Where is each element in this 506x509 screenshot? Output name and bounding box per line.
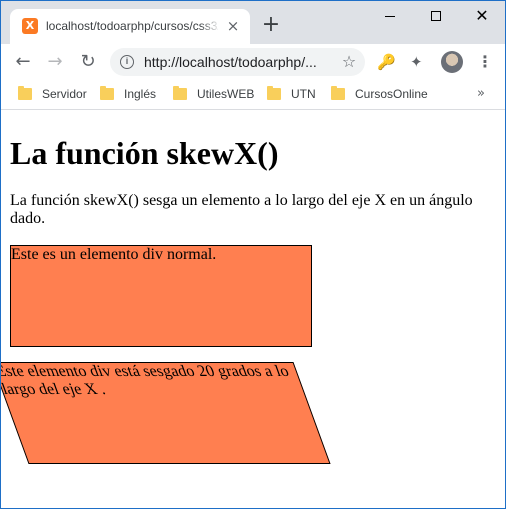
browser-menu-icon[interactable]: ⋮ [475, 52, 495, 72]
new-tab-button[interactable]: + [260, 14, 282, 36]
skewed-div-box: Este elemento div está sesgado 20 grados… [0, 362, 331, 464]
more-bookmarks-icon[interactable]: » [477, 86, 493, 101]
bookmarks-bar: Servidor Inglés UtilesWEB UTN CursosOnli… [1, 80, 505, 110]
bookmark-ingles[interactable]: Inglés [100, 86, 170, 104]
close-tab-icon[interactable]: × [224, 17, 242, 35]
xampp-favicon-icon: X [22, 18, 38, 34]
bookmark-cursosonline[interactable]: CursosOnline [331, 86, 431, 104]
folder-icon [267, 86, 281, 100]
bookmark-label: CursosOnline [355, 87, 428, 101]
page-description: La función skewX() sesga un elemento a l… [10, 192, 473, 227]
browser-window: X localhost/todoarphp/cursos/css3/... × … [0, 0, 506, 509]
skewed-box-text: Este elemento div está sesgado 20 grados… [0, 363, 292, 398]
back-arrow-icon[interactable]: ← [11, 50, 35, 74]
url-text[interactable]: http://localhost/todoarphp/... [144, 54, 334, 70]
page-heading: La función skewX() [10, 135, 279, 171]
bookmark-utilesweb[interactable]: UtilesWEB [173, 86, 263, 104]
key-icon[interactable]: 🔑 [377, 52, 397, 72]
normal-box-text: Este es un elemento div normal. [11, 246, 217, 263]
maximize-button[interactable] [413, 1, 459, 31]
folder-icon [331, 86, 345, 100]
tab-title-fade [200, 15, 220, 37]
bookmark-label: UtilesWEB [197, 87, 255, 101]
extensions-puzzle-icon[interactable]: ✦ [410, 52, 430, 72]
bookmark-servidor[interactable]: Servidor [18, 86, 98, 104]
minimize-icon [385, 16, 395, 17]
maximize-icon [431, 11, 441, 21]
bookmark-label: Servidor [42, 87, 87, 101]
tab-title: localhost/todoarphp/cursos/css3/... [46, 19, 218, 33]
forward-arrow-icon[interactable]: → [43, 50, 67, 74]
tab-strip: X localhost/todoarphp/cursos/css3/... × … [1, 1, 505, 44]
folder-icon [100, 86, 114, 100]
folder-icon [18, 86, 32, 100]
normal-div-box: Este es un elemento div normal. [10, 245, 312, 347]
reload-icon[interactable]: ↻ [76, 50, 100, 74]
active-tab[interactable]: X localhost/todoarphp/cursos/css3/... × [10, 9, 250, 44]
bookmark-utn[interactable]: UTN [267, 86, 327, 104]
bookmark-label: UTN [291, 87, 316, 101]
site-info-icon[interactable]: i [120, 55, 134, 69]
bookmark-label: Inglés [124, 87, 157, 101]
browser-toolbar: ← → ↻ i http://localhost/todoarphp/... ☆… [1, 44, 505, 80]
profile-avatar[interactable] [441, 51, 463, 73]
bookmark-star-icon[interactable]: ☆ [339, 52, 359, 72]
address-bar[interactable]: i http://localhost/todoarphp/... ☆ [110, 48, 365, 76]
page-content: La función skewX() La función skewX() se… [0, 111, 505, 508]
minimize-button[interactable] [367, 1, 413, 31]
close-window-button[interactable]: ✕ [459, 1, 505, 31]
folder-icon [173, 86, 187, 100]
